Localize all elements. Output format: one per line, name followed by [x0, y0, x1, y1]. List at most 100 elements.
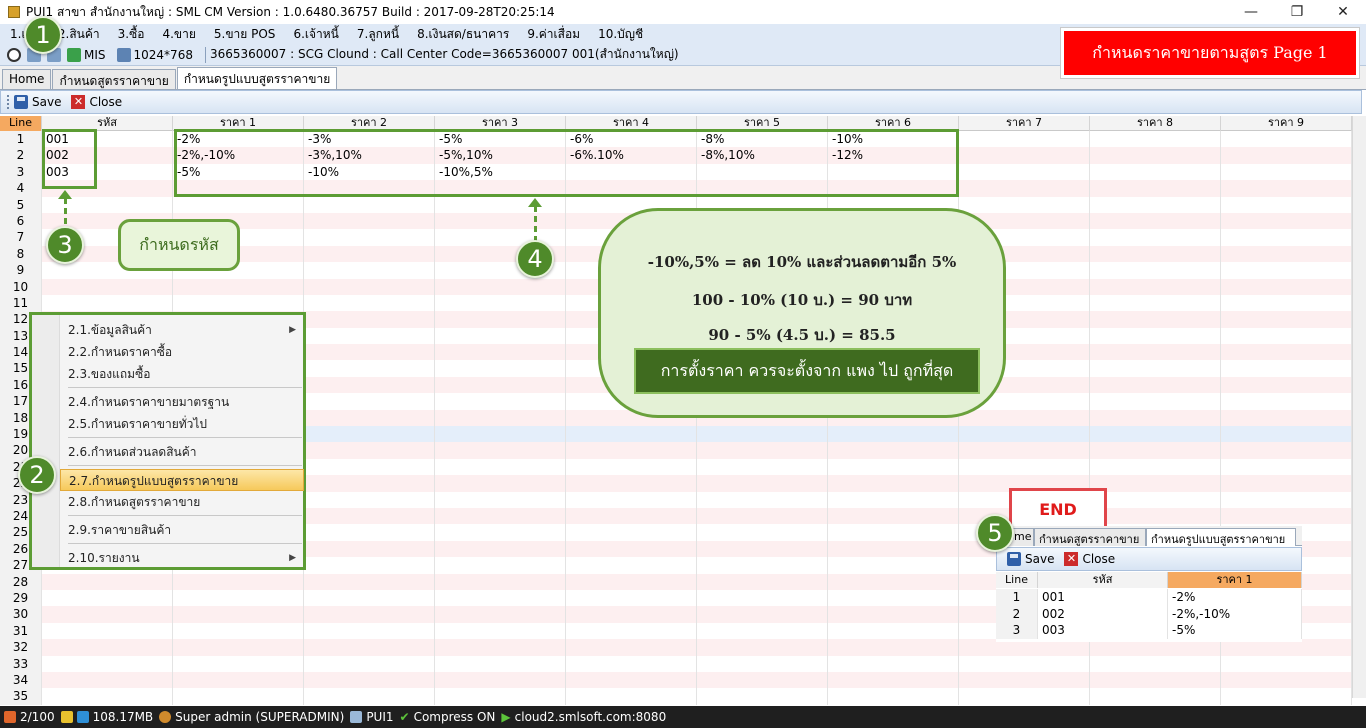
cell-price9[interactable] [1221, 311, 1352, 328]
cell-price2[interactable] [304, 507, 435, 525]
toolbar-grip[interactable] [7, 95, 10, 109]
maximize-button[interactable]: ❐ [1274, 0, 1320, 24]
cell-price8[interactable] [1090, 491, 1221, 508]
tab-home[interactable]: Home [2, 69, 52, 89]
header-price8[interactable]: ราคา 8 [1090, 116, 1221, 131]
cell-price2[interactable] [304, 442, 435, 459]
cell-price3[interactable] [435, 376, 566, 394]
table-row[interactable]: 35 [0, 688, 1352, 705]
cell-price7[interactable] [959, 147, 1090, 164]
cell-price3[interactable] [435, 311, 566, 328]
cell-price1[interactable] [173, 606, 304, 623]
cell-price9[interactable] [1221, 196, 1352, 213]
cell-price6[interactable] [828, 557, 959, 574]
cell-price1[interactable] [173, 622, 304, 640]
menu-depreciation[interactable]: 9.ค่าเสื่อม [527, 25, 580, 44]
cell-price2[interactable] [304, 409, 435, 427]
preview-row[interactable]: 3 003 -5% [996, 622, 1302, 639]
menu-receivables[interactable]: 7.ลูกหนี้ [357, 25, 399, 44]
cell-price8[interactable] [1090, 376, 1221, 394]
menu-accounting[interactable]: 10.บัญชี [598, 25, 643, 44]
cell-price7[interactable] [959, 163, 1090, 181]
cell-price2[interactable] [304, 573, 435, 590]
cell-price1[interactable] [173, 196, 304, 213]
cell-price9[interactable] [1221, 131, 1352, 148]
cell-price3[interactable] [435, 524, 566, 541]
cell-price8[interactable] [1090, 163, 1221, 181]
chart-icon[interactable] [67, 47, 81, 62]
cell-price9[interactable] [1221, 409, 1352, 427]
cell-price3[interactable] [435, 622, 566, 640]
cell-price6[interactable] [828, 639, 959, 656]
cell-price7[interactable] [959, 426, 1090, 443]
cell-price3[interactable] [435, 655, 566, 672]
cell-price5[interactable] [697, 442, 828, 459]
cell-price9[interactable] [1221, 278, 1352, 295]
cell-price2[interactable] [304, 245, 435, 263]
cell-code[interactable] [42, 294, 173, 312]
cell-price9[interactable] [1221, 294, 1352, 312]
cell-price8[interactable] [1090, 344, 1221, 361]
cell-price2[interactable] [304, 458, 435, 476]
cell-price5[interactable] [697, 655, 828, 672]
cell-price8[interactable] [1090, 229, 1221, 246]
cell-price6[interactable] [828, 442, 959, 459]
cell-price4[interactable] [566, 475, 697, 492]
cell-price3[interactable] [435, 327, 566, 345]
cell-price4[interactable] [566, 589, 697, 607]
cell-price3[interactable] [435, 409, 566, 427]
cell-price4[interactable] [566, 655, 697, 672]
close-window-button[interactable]: ✕ [1320, 0, 1366, 24]
header-line[interactable]: Line [0, 116, 42, 131]
menu-sales[interactable]: 4.ขาย [162, 25, 195, 44]
cell-price6[interactable] [828, 688, 959, 705]
cell-code[interactable] [42, 606, 173, 623]
cell-code[interactable] [42, 278, 173, 295]
cell-price3[interactable] [435, 589, 566, 607]
cell-price6[interactable] [828, 655, 959, 672]
cell-price8[interactable] [1090, 262, 1221, 279]
cell-price9[interactable] [1221, 426, 1352, 443]
cell-price9[interactable] [1221, 245, 1352, 263]
vertical-scrollbar[interactable] [1352, 116, 1366, 698]
cell-price7[interactable] [959, 655, 1090, 672]
cell-price2[interactable] [304, 360, 435, 377]
tab-price-formula[interactable]: กำหนดสูตรราคาขาย [52, 69, 176, 89]
cell-price3[interactable] [435, 442, 566, 459]
cell-price9[interactable] [1221, 688, 1352, 705]
table-row[interactable]: 34 [0, 671, 1352, 689]
cell-price9[interactable] [1221, 163, 1352, 181]
preview-cell-code[interactable]: 001 [1038, 589, 1168, 606]
cell-price7[interactable] [959, 671, 1090, 689]
cell-price5[interactable] [697, 606, 828, 623]
cell-price2[interactable] [304, 212, 435, 230]
cell-price6[interactable] [828, 573, 959, 590]
preview-cell-price1[interactable]: -2%,-10% [1168, 605, 1302, 622]
cell-price2[interactable] [304, 426, 435, 443]
cell-price5[interactable] [697, 688, 828, 705]
cell-price3[interactable] [435, 393, 566, 410]
cell-price4[interactable] [566, 557, 697, 574]
cell-price2[interactable] [304, 311, 435, 328]
cell-price2[interactable] [304, 294, 435, 312]
cell-price2[interactable] [304, 540, 435, 558]
cell-price1[interactable] [173, 671, 304, 689]
cell-price8[interactable] [1090, 147, 1221, 164]
cell-price9[interactable] [1221, 376, 1352, 394]
cell-price4[interactable] [566, 426, 697, 443]
cell-price4[interactable] [566, 491, 697, 508]
cell-price1[interactable] [173, 589, 304, 607]
save-button[interactable]: Save [14, 95, 61, 109]
preview-tab-pattern[interactable]: กำหนดรูปแบบสูตรราคาขาย [1146, 528, 1296, 546]
cell-price8[interactable] [1090, 458, 1221, 476]
close-button[interactable]: ✕ Close [71, 95, 122, 109]
cell-price8[interactable] [1090, 311, 1221, 328]
cell-price9[interactable] [1221, 475, 1352, 492]
cell-price6[interactable] [828, 458, 959, 476]
table-row[interactable]: 33 [0, 655, 1352, 672]
cell-price8[interactable] [1090, 327, 1221, 345]
cell-price2[interactable] [304, 393, 435, 410]
cell-price3[interactable] [435, 475, 566, 492]
cell-price2[interactable] [304, 557, 435, 574]
cell-price2[interactable] [304, 344, 435, 361]
